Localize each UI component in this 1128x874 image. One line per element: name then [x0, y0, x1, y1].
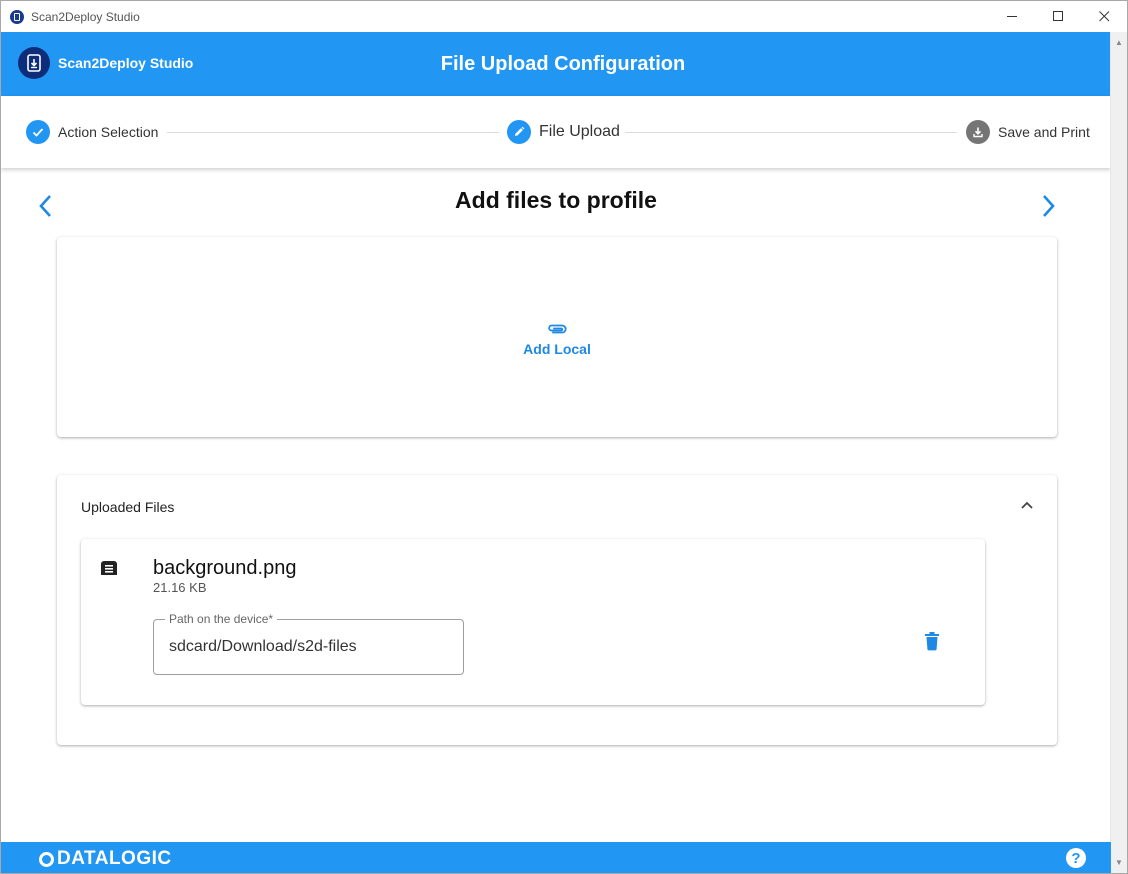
file-drop-zone[interactable]: Add Local: [57, 237, 1057, 437]
step-save-and-print[interactable]: Save and Print: [966, 120, 1090, 144]
window-title: Scan2Deploy Studio: [31, 9, 140, 24]
window-controls: [989, 1, 1127, 32]
trash-icon: [925, 632, 939, 651]
step-connector: [167, 132, 499, 133]
vertical-scrollbar[interactable]: ▲ ▼: [1110, 32, 1127, 873]
section-heading: Add files to profile: [455, 187, 657, 213]
step-file-upload[interactable]: File Upload: [507, 120, 620, 144]
file-name: background.png: [153, 557, 297, 579]
step-label: Action Selection: [58, 124, 159, 140]
chevron-up-icon: [1021, 501, 1033, 509]
uploaded-file-item: background.png 21.16 KB Path on the devi…: [81, 539, 985, 705]
maximize-button[interactable]: [1035, 1, 1081, 32]
minimize-icon: [1006, 16, 1017, 17]
page-title: File Upload Configuration: [440, 52, 686, 75]
device-path-label: Path on the device*: [165, 612, 278, 626]
wizard-stepper: Action Selection File Upload Save and Pr…: [1, 96, 1111, 168]
step-label: File Upload: [539, 123, 620, 140]
scroll-up-icon[interactable]: ▲: [1115, 38, 1123, 47]
minimize-button[interactable]: [989, 1, 1035, 32]
step-label: Save and Print: [998, 124, 1090, 140]
device-path-input[interactable]: [169, 638, 449, 656]
scroll-down-icon[interactable]: ▼: [1115, 858, 1123, 867]
check-icon: [26, 120, 50, 144]
uploaded-files-title: Uploaded Files: [81, 499, 175, 515]
datalogic-logo-icon: [39, 851, 54, 867]
file-icon: [99, 559, 119, 582]
add-local-label: Add Local: [523, 341, 591, 357]
add-local-button[interactable]: Add Local: [523, 323, 591, 357]
pencil-icon: [507, 120, 531, 144]
file-size: 21.16 KB: [153, 580, 207, 595]
app-footer: DATALOGIC ?: [1, 842, 1111, 873]
help-button[interactable]: ?: [1066, 848, 1086, 868]
window-titlebar: Scan2Deploy Studio: [1, 1, 1127, 32]
paperclip-icon: [548, 324, 567, 334]
delete-file-button[interactable]: [923, 631, 941, 656]
footer-logo-text: DATALOGIC: [57, 848, 172, 869]
app-icon: [10, 9, 24, 24]
device-path-field[interactable]: Path on the device*: [153, 612, 464, 675]
maximize-icon: [1052, 11, 1063, 21]
step-connector: [625, 132, 957, 133]
close-icon: [1098, 11, 1109, 22]
download-icon: [966, 120, 990, 144]
datalogic-logo: DATALOGIC: [39, 848, 172, 870]
step-action-selection[interactable]: Action Selection: [26, 120, 158, 144]
app-header: Scan2Deploy Studio File Upload Configura…: [1, 32, 1111, 96]
app-window: Scan2Deploy Studio Scan2Deploy Studio Fi…: [0, 0, 1128, 874]
collapse-button[interactable]: [1017, 495, 1037, 515]
close-button[interactable]: [1081, 1, 1127, 32]
